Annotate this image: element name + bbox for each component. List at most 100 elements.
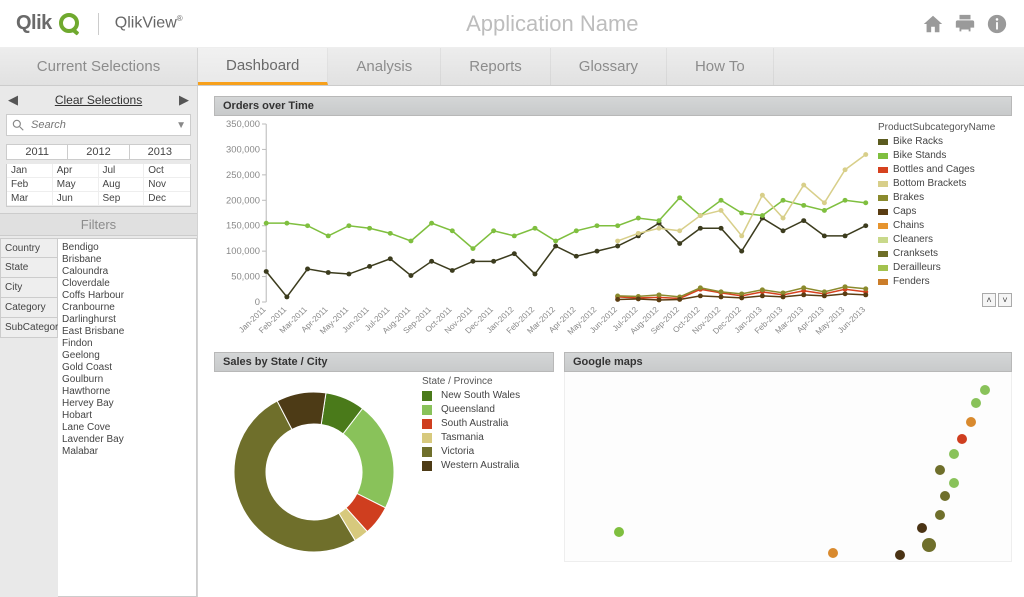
legend-scroll-down-icon[interactable]: ˅: [998, 293, 1012, 307]
workspace: ◀ Clear Selections ▶ ▼ 201120122013 JanA…: [0, 86, 1024, 597]
city-item[interactable]: Hawthorne: [62, 385, 192, 397]
filter-label-state[interactable]: State: [0, 258, 58, 278]
map-point[interactable]: [935, 510, 945, 520]
city-item[interactable]: Hervey Bay: [62, 397, 192, 409]
orders-line-chart[interactable]: 050,000100,000150,000200,000250,000300,0…: [214, 116, 872, 346]
filter-label-subcategory[interactable]: SubCategory: [0, 318, 58, 338]
year-cell[interactable]: 2013: [130, 145, 190, 159]
month-cell[interactable]: Jan: [7, 164, 53, 178]
city-item[interactable]: Geelong: [62, 349, 192, 361]
legend-item[interactable]: Bike Stands: [878, 149, 1012, 163]
month-cell[interactable]: May: [53, 178, 99, 192]
city-item[interactable]: Gold Coast: [62, 361, 192, 373]
filter-label-country[interactable]: Country: [0, 238, 58, 258]
tab-reports[interactable]: Reports: [441, 48, 551, 85]
legend-swatch-icon: [878, 195, 888, 201]
month-cell[interactable]: Jun: [53, 192, 99, 206]
map-point[interactable]: [922, 538, 936, 552]
legend-item[interactable]: Chains: [878, 219, 1012, 233]
map-point[interactable]: [895, 550, 905, 560]
tab-glossary[interactable]: Glossary: [551, 48, 667, 85]
map-canvas[interactable]: [564, 372, 1012, 562]
tab-dashboard[interactable]: Dashboard: [198, 48, 328, 85]
state-legend-item[interactable]: Western Australia: [422, 459, 554, 473]
sales-donut-chart[interactable]: [214, 372, 414, 562]
info-icon[interactable]: [986, 13, 1008, 35]
map-point[interactable]: [949, 478, 959, 488]
city-item[interactable]: Darlinghurst: [62, 313, 192, 325]
legend-item[interactable]: Fenders: [878, 275, 1012, 289]
legend-item[interactable]: Bottles and Cages: [878, 163, 1012, 177]
brand-divider: [98, 13, 99, 35]
month-cell[interactable]: Mar: [7, 192, 53, 206]
map-point[interactable]: [935, 465, 945, 475]
legend-item[interactable]: Brakes: [878, 191, 1012, 205]
map-point[interactable]: [966, 417, 976, 427]
tab-analysis[interactable]: Analysis: [328, 48, 441, 85]
city-list[interactable]: BendigoBrisbaneCaloundraCloverdaleCoffs …: [58, 238, 197, 597]
month-cell[interactable]: Aug: [99, 178, 145, 192]
brand-q-icon: [58, 12, 82, 36]
city-item[interactable]: Cranbourne: [62, 301, 192, 313]
map-point[interactable]: [828, 548, 838, 558]
map-point[interactable]: [971, 398, 981, 408]
print-icon[interactable]: [954, 13, 976, 35]
map-point[interactable]: [949, 449, 959, 459]
legend-label: Western Australia: [441, 459, 519, 473]
city-item[interactable]: Bendigo: [62, 241, 192, 253]
prev-selection-icon[interactable]: ◀: [8, 92, 18, 108]
map-point[interactable]: [957, 434, 967, 444]
legend-item[interactable]: Cranksets: [878, 247, 1012, 261]
city-item[interactable]: Brisbane: [62, 253, 192, 265]
month-cell[interactable]: Jul: [99, 164, 145, 178]
tab-how-to[interactable]: How To: [667, 48, 774, 85]
month-cell[interactable]: Nov: [144, 178, 190, 192]
filter-label-category[interactable]: Category: [0, 298, 58, 318]
year-cell[interactable]: 2012: [68, 145, 129, 159]
city-item[interactable]: Lane Cove: [62, 421, 192, 433]
map-point[interactable]: [940, 491, 950, 501]
state-legend-item[interactable]: Tasmania: [422, 431, 554, 445]
city-item[interactable]: Cloverdale: [62, 277, 192, 289]
year-cell[interactable]: 2011: [7, 145, 68, 159]
legend-label: Queensland: [441, 403, 495, 417]
filter-label-city[interactable]: City: [0, 278, 58, 298]
legend-item[interactable]: Caps: [878, 205, 1012, 219]
home-icon[interactable]: [922, 13, 944, 35]
search-dropdown-icon[interactable]: ▼: [176, 120, 186, 131]
map-point[interactable]: [614, 527, 624, 537]
legend-item[interactable]: Bike Racks: [878, 135, 1012, 149]
legend-scroll: ˄ ˅: [878, 293, 1012, 307]
product-name: QlikView®: [115, 14, 183, 32]
month-cell[interactable]: Apr: [53, 164, 99, 178]
map-point[interactable]: [917, 523, 927, 533]
city-item[interactable]: Lavender Bay: [62, 433, 192, 445]
state-legend-item[interactable]: Queensland: [422, 403, 554, 417]
orders-panel-title: Orders over Time: [214, 96, 1012, 116]
legend-item[interactable]: Cleaners: [878, 233, 1012, 247]
city-item[interactable]: Goulburn: [62, 373, 192, 385]
legend-item[interactable]: Bottom Brackets: [878, 177, 1012, 191]
legend-scroll-up-icon[interactable]: ˄: [982, 293, 996, 307]
map-point[interactable]: [980, 385, 990, 395]
svg-text:0: 0: [255, 297, 260, 307]
state-legend-item[interactable]: New South Wales: [422, 389, 554, 403]
clear-selections-link[interactable]: Clear Selections: [55, 93, 142, 107]
legend-label: Fenders: [893, 275, 930, 289]
city-item[interactable]: Hobart: [62, 409, 192, 421]
next-selection-icon[interactable]: ▶: [179, 92, 189, 108]
search-input[interactable]: [29, 118, 176, 132]
city-item[interactable]: Coffs Harbour: [62, 289, 192, 301]
legend-item[interactable]: Derailleurs: [878, 261, 1012, 275]
search-box[interactable]: ▼: [6, 114, 191, 136]
month-cell[interactable]: Feb: [7, 178, 53, 192]
month-cell[interactable]: Sep: [99, 192, 145, 206]
city-item[interactable]: Findon: [62, 337, 192, 349]
month-cell[interactable]: Dec: [144, 192, 190, 206]
city-item[interactable]: Malabar: [62, 445, 192, 457]
city-item[interactable]: East Brisbane: [62, 325, 192, 337]
state-legend-item[interactable]: Victoria: [422, 445, 554, 459]
city-item[interactable]: Caloundra: [62, 265, 192, 277]
state-legend-item[interactable]: South Australia: [422, 417, 554, 431]
month-cell[interactable]: Oct: [144, 164, 190, 178]
